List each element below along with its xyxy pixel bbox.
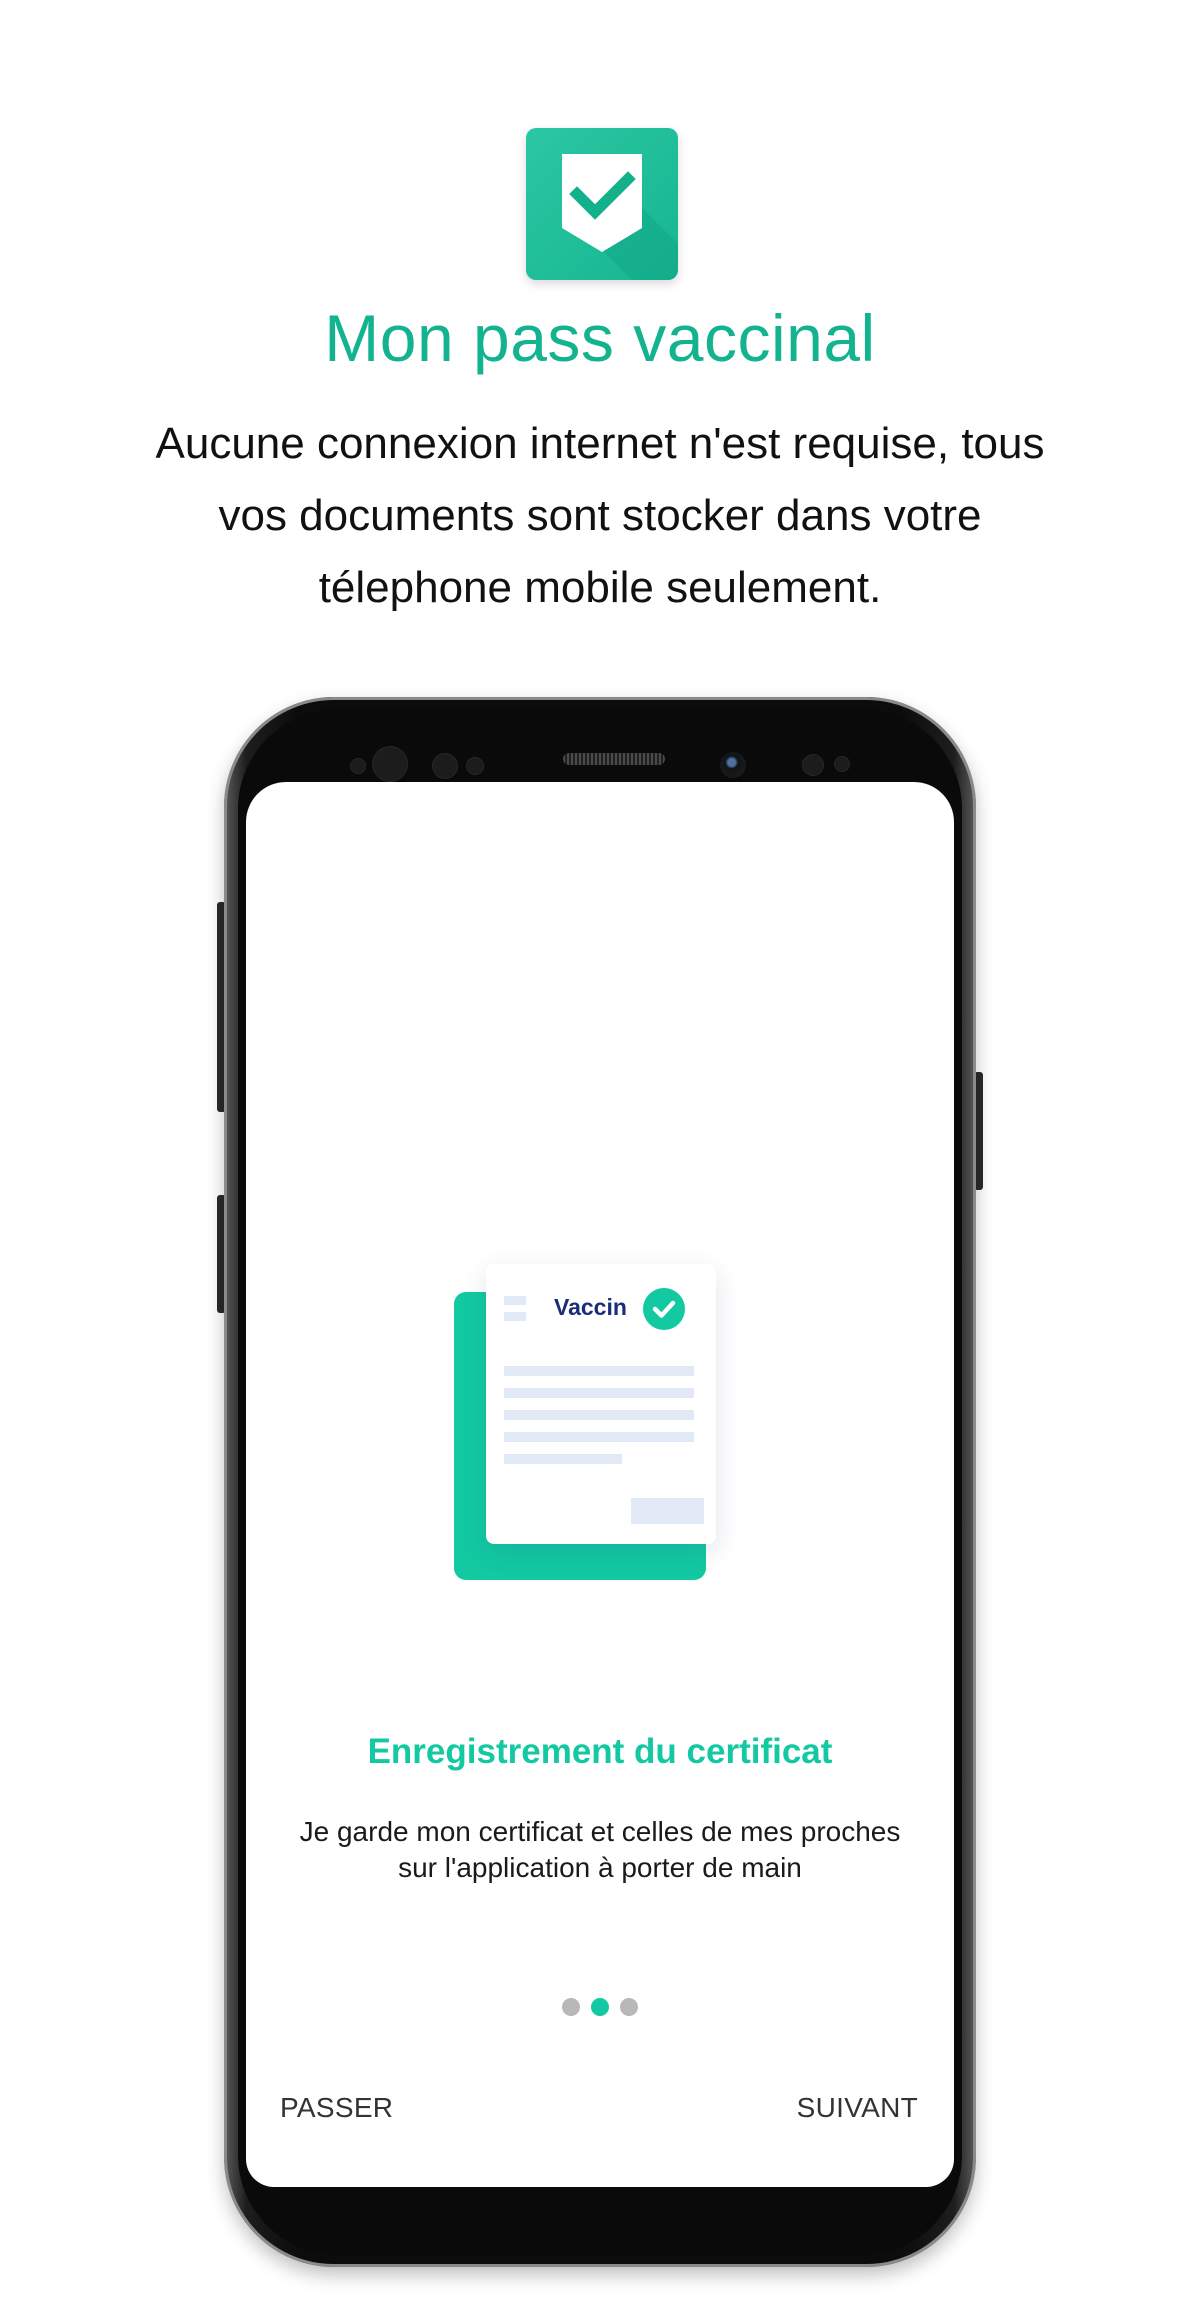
vaccine-label: Vaccin [554, 1294, 627, 1320]
onboarding-title: Enregistrement du certificat [367, 1732, 833, 1771]
onboarding-description: Je garde mon certificat et celles de mes… [299, 1816, 901, 1883]
phone-sensor [350, 758, 366, 774]
phone-iris-camera [372, 746, 408, 782]
document-line [504, 1410, 694, 1420]
phone-sensor [802, 754, 824, 776]
phone-sensor [432, 753, 458, 779]
document-line [504, 1432, 694, 1442]
document-line [504, 1388, 694, 1398]
check-circle-icon [643, 1288, 685, 1330]
skip-button[interactable]: PASSER [280, 2092, 393, 2124]
document-line [504, 1312, 526, 1321]
document-line [504, 1296, 526, 1305]
document-line [504, 1454, 622, 1464]
phone-sensor [466, 757, 484, 775]
phone-speaker [563, 753, 665, 765]
store-screenshot: Mon pass vaccinal Aucune connexion inter… [0, 0, 1200, 2300]
promo-subtitle: Aucune connexion internet n'est requise,… [155, 419, 1045, 612]
app-shield-check-icon [526, 128, 678, 280]
certificate-illustration: Vaccin [454, 1262, 754, 1582]
page-dot[interactable] [562, 1998, 580, 2016]
certificate-document: Vaccin [486, 1264, 716, 1544]
phone-front-camera [720, 752, 746, 778]
page-dot[interactable] [620, 1998, 638, 2016]
onboarding-screen: Vaccin Enregistrement du certificat Je g… [246, 782, 954, 2187]
document-stamp [631, 1498, 704, 1524]
next-button[interactable]: SUIVANT [797, 2092, 918, 2124]
phone-sensor [834, 756, 850, 772]
page-indicator [562, 1998, 638, 2018]
document-line [504, 1366, 694, 1376]
promo-title: Mon pass vaccinal [324, 301, 876, 375]
page-dot-active[interactable] [591, 1998, 609, 2016]
